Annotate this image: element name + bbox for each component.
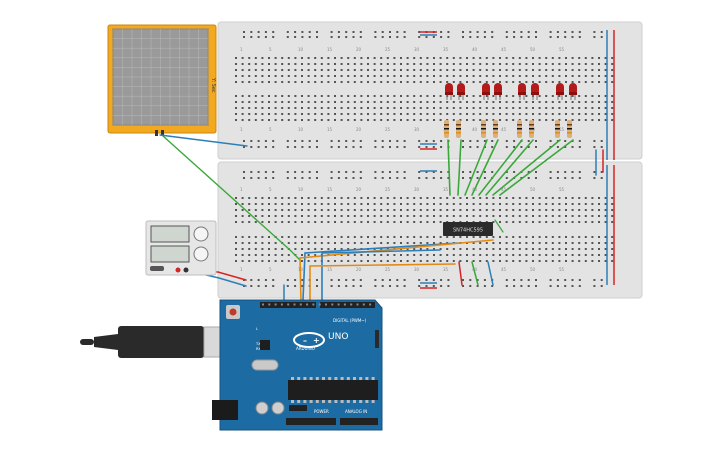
resistor[interactable]	[481, 120, 486, 138]
chip-label: SN74HC595	[453, 228, 483, 234]
column-number: 45	[501, 127, 507, 132]
resistor[interactable]	[456, 120, 461, 138]
column-number: 15	[327, 267, 333, 272]
l-label: L	[256, 327, 258, 331]
logo-minus: –	[303, 336, 307, 345]
column-number: 10	[298, 187, 304, 192]
breadboard-bottom[interactable]	[217, 161, 643, 299]
column-number: 40	[472, 127, 478, 132]
column-number: 55	[559, 187, 565, 192]
column-number: 25	[385, 267, 391, 272]
arduino-brand: ARDUINO	[296, 346, 315, 351]
digital-label: DIGITAL (PWM~)	[333, 318, 367, 323]
oscilloscope-label: Y: Sec	[210, 77, 216, 93]
oscilloscope[interactable]: Y: Sec	[107, 24, 217, 136]
resistor[interactable]	[444, 120, 449, 138]
column-number: 40	[472, 47, 478, 52]
column-number: 10	[298, 47, 304, 52]
power-label: POWER	[314, 409, 329, 414]
column-number: 35	[443, 47, 449, 52]
circuit-canvas[interactable]: Y: Sec 1 1 1 1 5 5 5 5 10 10 10 10 15 15 15 15 20 20 20 20 2…	[0, 0, 725, 453]
column-number: 30	[414, 267, 420, 272]
arduino-model: UNO	[328, 332, 348, 342]
column-number: 30	[414, 187, 420, 192]
column-number: 35	[443, 187, 449, 192]
resistor[interactable]	[529, 120, 534, 138]
column-number: 55	[559, 267, 565, 272]
column-number: 25	[385, 47, 391, 52]
resistor[interactable]	[555, 120, 560, 138]
column-number: 25	[385, 127, 391, 132]
column-number: 50	[530, 267, 536, 272]
usb-cable	[80, 326, 244, 358]
column-number: 30	[414, 47, 420, 52]
column-number: 55	[559, 47, 565, 52]
column-number: 20	[356, 267, 362, 272]
column-number: 30	[414, 127, 420, 132]
power-supply[interactable]	[145, 220, 217, 276]
resistor[interactable]	[517, 120, 522, 138]
column-number: 45	[501, 47, 507, 52]
column-number: 20	[356, 47, 362, 52]
resistor[interactable]	[493, 120, 498, 138]
breadboard-top[interactable]	[217, 21, 643, 160]
logo-plus: +	[313, 336, 320, 345]
column-number: 20	[356, 187, 362, 192]
column-number: 10	[298, 127, 304, 132]
column-number: 50	[530, 187, 536, 192]
shift-register-chip[interactable]: SN74HC595	[443, 222, 493, 236]
column-number: 15	[327, 47, 333, 52]
resistor[interactable]	[567, 120, 572, 138]
column-number: 15	[327, 187, 333, 192]
column-number: 20	[356, 127, 362, 132]
column-number: 15	[327, 127, 333, 132]
column-number: 35	[443, 267, 449, 272]
column-number: 25	[385, 187, 391, 192]
column-number: 45	[501, 267, 507, 272]
analog-label: ANALOG IN	[345, 409, 367, 414]
arduino-uno[interactable]: – + UNO ARDUINO DIGITAL (PWM~) TX RX L P…	[212, 299, 383, 431]
column-number: 50	[530, 47, 536, 52]
